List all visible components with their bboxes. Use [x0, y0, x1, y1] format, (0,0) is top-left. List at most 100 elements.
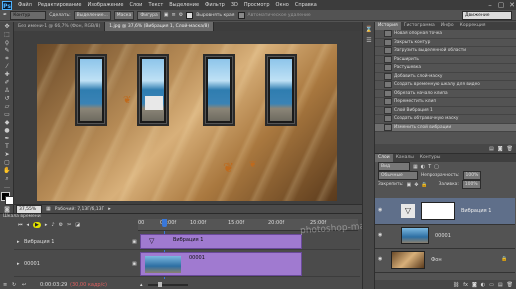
fill-field[interactable]: 100%	[461, 180, 481, 189]
history-item[interactable]: Создать временную шкалу для видео	[375, 81, 516, 90]
layer-filter-select[interactable]: Вид	[378, 162, 410, 171]
play-icon[interactable]: ▶	[33, 221, 41, 228]
marquee-tool-icon[interactable]: ⬚	[2, 31, 12, 38]
blend-mode-select[interactable]: Обычные	[378, 171, 418, 180]
link-layers-icon[interactable]: ⛓	[453, 282, 459, 288]
history-item[interactable]: Загрузить выделенной области	[375, 47, 516, 56]
menu-edit[interactable]: Редактирование	[35, 2, 85, 8]
tab-corrections[interactable]: Коррекция	[457, 22, 489, 30]
make-selection-button[interactable]: Выделение...	[73, 10, 111, 20]
new-adjustment-icon[interactable]: ◐	[481, 282, 485, 288]
layer-row-video[interactable]: ◉ 00001	[375, 224, 515, 249]
type-tool-icon[interactable]: T	[2, 143, 12, 150]
color-swatches[interactable]	[1, 192, 14, 205]
history-item-selected[interactable]: Изменить слой вибрации	[375, 123, 516, 132]
status-menu-arrow-icon[interactable]: ▸	[108, 206, 111, 212]
settings-gear-icon[interactable]: ⚙	[179, 12, 183, 18]
shape-tool-icon[interactable]: ▢	[2, 159, 12, 166]
stamp-tool-icon[interactable]: ♙	[2, 87, 12, 94]
properties-panel-icon[interactable]: ☰	[364, 37, 374, 44]
workspace-select[interactable]: Движение	[462, 10, 512, 20]
close-button[interactable]: ✕	[508, 1, 516, 9]
snapshot-icon[interactable]: ◙	[498, 146, 503, 152]
visibility-eye-icon[interactable]: ◉	[378, 256, 382, 262]
lock-pixels-icon[interactable]: ▣	[406, 182, 411, 188]
track-menu-icon[interactable]: ▣	[132, 239, 137, 245]
menu-file[interactable]: Файл	[15, 2, 35, 8]
trash-icon[interactable]: 🗑	[507, 146, 513, 152]
dodge-tool-icon[interactable]: ●	[2, 127, 12, 134]
menu-image[interactable]: Изображение	[84, 2, 126, 8]
history-item[interactable]: Добавить слой-маску	[375, 72, 516, 81]
menu-type[interactable]: Текст	[145, 2, 166, 8]
audio-icon[interactable]: ♪	[51, 222, 54, 228]
new-document-icon[interactable]: ▤	[489, 146, 494, 152]
timeline-menu-icon[interactable]: ≡	[3, 282, 7, 288]
layer-row-background[interactable]: ◉ Фон 🔒	[375, 248, 515, 273]
path-ops-icon[interactable]: ▣	[164, 12, 169, 18]
transition-icon[interactable]: ◪	[75, 222, 80, 228]
track-expand-icon[interactable]: ▸	[17, 261, 20, 267]
lock-position-icon[interactable]: ✥	[414, 182, 418, 188]
settings-gear-icon[interactable]: ⚙	[59, 222, 63, 228]
doc-tab-untitled[interactable]: Без имени-1 @ 66,7% (Фон, RGB/8)	[14, 22, 106, 31]
timeline-zoom-slider[interactable]	[148, 284, 188, 286]
playhead[interactable]	[162, 219, 167, 227]
pen-tool-icon[interactable]: ✒	[2, 135, 12, 142]
clip-vibration[interactable]: Вибрация 1 ▽	[140, 234, 302, 249]
filter-type-icon[interactable]: T	[428, 164, 431, 170]
autoadd-checkbox[interactable]	[237, 11, 245, 19]
background-color-swatch[interactable]	[5, 196, 14, 205]
opacity-field[interactable]: 100%	[462, 171, 482, 180]
menu-help[interactable]: Справка	[292, 2, 320, 8]
quick-mask-icon[interactable]: ◙	[2, 206, 12, 213]
make-shape-button[interactable]: Фигура	[137, 10, 161, 20]
timeline-zoom-handle[interactable]	[158, 282, 162, 287]
track-expand-icon[interactable]: ▸	[17, 239, 20, 245]
go-first-frame-icon[interactable]: ⏮	[18, 222, 23, 228]
history-brush-tool-icon[interactable]: ↺	[2, 95, 12, 102]
trash-icon[interactable]: 🗑	[507, 282, 513, 288]
tab-layers[interactable]: Слои	[375, 154, 393, 162]
align-edges-checkbox[interactable]	[186, 11, 194, 19]
menu-layers[interactable]: Слои	[126, 2, 145, 8]
tab-info[interactable]: Инфо	[438, 22, 457, 30]
clip-video[interactable]: 00001	[140, 252, 302, 276]
history-item[interactable]: Обрезать начало клипа	[375, 89, 516, 98]
tool-mode-select[interactable]: Контур	[10, 10, 47, 20]
history-item[interactable]: Расширить	[375, 55, 516, 64]
menu-filter[interactable]: Фильтр	[202, 2, 228, 8]
path-align-icon[interactable]: ≡	[172, 12, 176, 18]
fx-icon[interactable]: fx	[463, 282, 468, 288]
maximize-button[interactable]: ▢	[497, 1, 505, 9]
prev-frame-icon[interactable]: ◂	[27, 222, 30, 228]
filter-adjust-icon[interactable]: ◐	[421, 164, 425, 170]
make-mask-button[interactable]: Маска	[113, 10, 135, 20]
add-mask-icon[interactable]: ◙	[472, 282, 477, 288]
render-icon[interactable]: ↻	[12, 282, 16, 288]
undo-icon[interactable]: ↩	[22, 282, 26, 288]
track-menu-icon[interactable]: ▣	[132, 261, 137, 267]
move-tool-icon[interactable]: ✥	[2, 23, 12, 30]
tab-paths[interactable]: Контуры	[417, 154, 444, 162]
next-frame-icon[interactable]: ▸	[45, 222, 48, 228]
history-item[interactable]: Слой Вибрация 1	[375, 106, 516, 115]
menu-3d[interactable]: 3D	[228, 2, 241, 8]
history-item[interactable]: Переместить клип	[375, 98, 516, 107]
filter-pixel-icon[interactable]: ▦	[413, 164, 418, 170]
eraser-tool-icon[interactable]: ▱	[2, 103, 12, 110]
new-layer-icon[interactable]: ▤	[498, 282, 503, 288]
menu-select[interactable]: Выделение	[166, 2, 202, 8]
tab-channels[interactable]: Каналы	[393, 154, 417, 162]
crop-tool-icon[interactable]: ⌗	[2, 55, 12, 62]
history-panel-icon[interactable]: ⌛	[364, 26, 374, 33]
minimize-button[interactable]: –	[486, 1, 494, 9]
eyedropper-tool-icon[interactable]: ⁄	[2, 63, 12, 70]
history-item[interactable]: Новая опорная точка	[375, 30, 516, 39]
document-canvas-image[interactable]: ❦ ❦ ❦	[37, 44, 337, 201]
visibility-eye-icon[interactable]: ◉	[378, 232, 382, 238]
tab-history[interactable]: История	[375, 22, 401, 30]
menu-view[interactable]: Просмотр	[241, 2, 273, 8]
quick-select-tool-icon[interactable]: ✎	[2, 47, 12, 54]
more-tools-icon[interactable]: …	[2, 183, 12, 190]
